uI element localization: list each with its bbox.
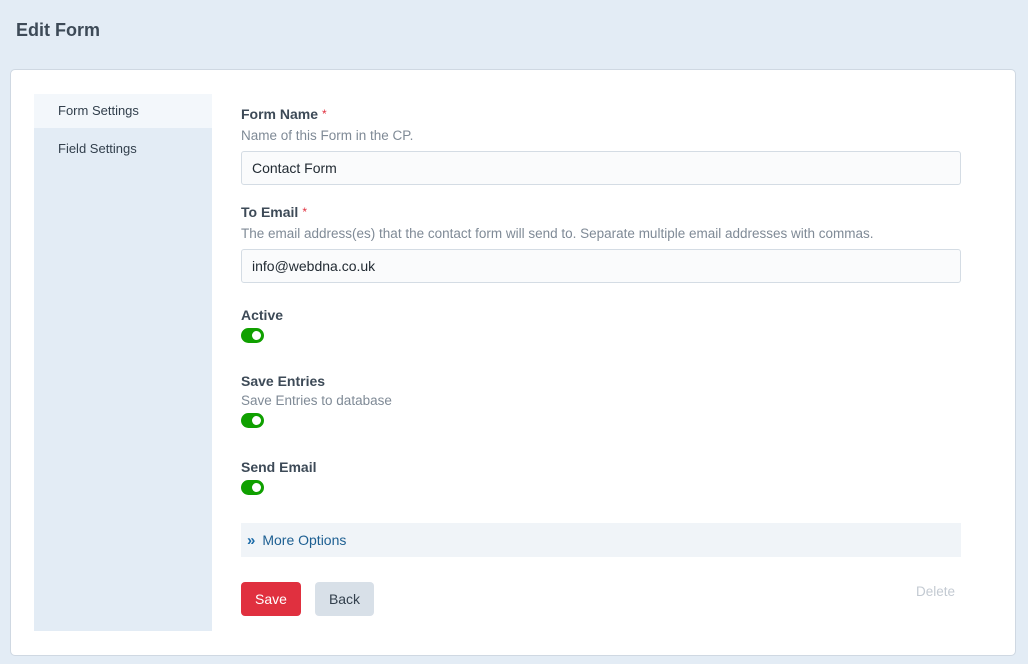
form-name-label: Form Name (241, 106, 319, 122)
toggle-knob (252, 483, 261, 492)
form-panel: Form Settings Field Settings Form Name * … (10, 69, 1016, 656)
page-title: Edit Form (16, 20, 100, 40)
save-entries-field: Save Entries Save Entries to database (241, 373, 961, 428)
toggle-knob (252, 331, 261, 340)
to-email-help: The email address(es) that the contact f… (241, 226, 874, 241)
more-options-toggle[interactable]: » More Options (241, 523, 961, 557)
required-marker: * (322, 107, 327, 121)
more-options-label: More Options (262, 532, 347, 548)
send-email-label: Send Email (241, 459, 317, 475)
save-entries-help: Save Entries to database (241, 393, 392, 408)
to-email-field: To Email * The email address(es) that the… (241, 204, 961, 283)
send-email-field: Send Email (241, 459, 961, 495)
active-field: Active (241, 307, 961, 343)
form-name-input[interactable] (241, 151, 961, 185)
to-email-input[interactable] (241, 249, 961, 283)
settings-sidebar: Form Settings Field Settings (34, 94, 212, 631)
toggle-knob (252, 416, 261, 425)
send-email-toggle[interactable] (241, 480, 264, 495)
delete-link[interactable]: Delete (916, 584, 955, 599)
back-button[interactable]: Back (315, 582, 374, 616)
save-entries-toggle[interactable] (241, 413, 264, 428)
double-chevron-right-icon: » (247, 531, 256, 549)
form-name-help: Name of this Form in the CP. (241, 128, 414, 143)
sidebar-item-form-settings[interactable]: Form Settings (34, 94, 212, 128)
sidebar-item-field-settings[interactable]: Field Settings (34, 132, 212, 166)
save-button[interactable]: Save (241, 582, 301, 616)
active-label: Active (241, 307, 284, 323)
form-name-field: Form Name * Name of this Form in the CP. (241, 106, 961, 185)
active-toggle[interactable] (241, 328, 264, 343)
required-marker: * (302, 205, 307, 219)
save-entries-label: Save Entries (241, 373, 326, 389)
to-email-label: To Email (241, 204, 299, 220)
